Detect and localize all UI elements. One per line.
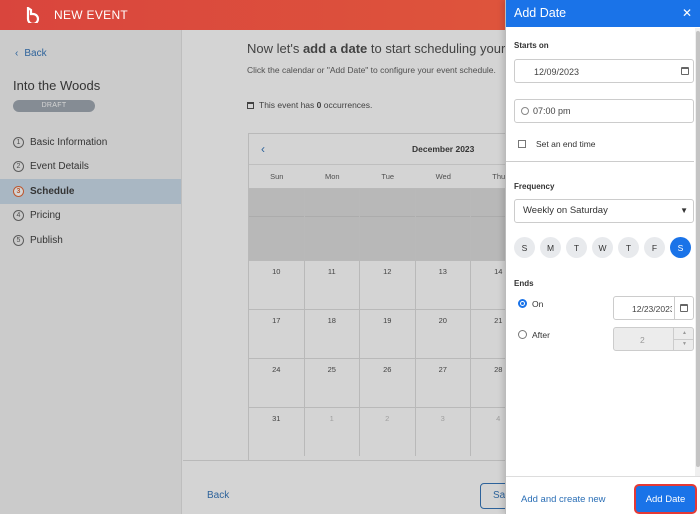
app-title: NEW EVENT	[54, 8, 129, 22]
add-date-drawer: Add Date ✕ Starts on 12/09/2023 07:00 pm…	[505, 0, 700, 514]
end-time-checkbox[interactable]	[518, 140, 526, 148]
brand-logo-icon	[26, 7, 40, 23]
start-date-input[interactable]: 12/09/2023	[514, 59, 694, 83]
add-and-create-new-button[interactable]: Add and create new	[521, 494, 606, 505]
start-date-value: 12/09/2023	[534, 67, 580, 77]
weekday-button-sun[interactable]: S	[514, 237, 535, 258]
add-date-button[interactable]: Add Date	[636, 486, 695, 512]
calendar-icon[interactable]	[680, 304, 688, 312]
modal-overlay[interactable]	[0, 30, 505, 514]
drawer-title: Add Date	[514, 6, 567, 20]
end-date-input[interactable]: 12/23/2023	[613, 296, 694, 320]
start-time-input[interactable]: 07:00 pm	[514, 99, 694, 123]
stepper-down-icon[interactable]: ▼	[682, 341, 687, 347]
weekday-button-sat[interactable]: S	[670, 237, 691, 258]
end-time-label[interactable]: Set an end time	[536, 139, 596, 149]
drawer-scrollbar[interactable]	[695, 28, 700, 476]
weekday-button-thu[interactable]: T	[618, 237, 639, 258]
drawer-header: Add Date ✕	[506, 0, 700, 27]
ends-on-label[interactable]: On	[532, 299, 543, 309]
weekday-picker: S M T W T F S	[514, 237, 691, 258]
frequency-value: Weekly on Saturday	[523, 205, 608, 216]
weekday-button-wed[interactable]: W	[592, 237, 613, 258]
start-time-value: 07:00 pm	[533, 106, 571, 116]
weekday-button-tue[interactable]: T	[566, 237, 587, 258]
stepper-up-icon[interactable]: ▲	[682, 330, 687, 336]
weekday-button-fri[interactable]: F	[644, 237, 665, 258]
end-date-value: 12/23/2023	[632, 304, 672, 314]
ends-on-radio[interactable]	[518, 299, 527, 308]
scrollbar-thumb[interactable]	[696, 31, 700, 467]
drawer-body: Starts on 12/09/2023 07:00 pm Set an end…	[506, 27, 694, 475]
clock-icon	[521, 107, 529, 115]
weekday-button-mon[interactable]: M	[540, 237, 561, 258]
starts-on-label: Starts on	[514, 41, 549, 50]
chevron-down-icon: ▼	[680, 206, 688, 215]
calendar-icon[interactable]	[681, 67, 689, 75]
occurrence-count-value: 2	[640, 335, 645, 345]
number-stepper[interactable]: ▲ ▼	[673, 328, 694, 350]
ends-label: Ends	[514, 279, 534, 288]
occurrence-count-input[interactable]: 2 ▲ ▼	[613, 327, 694, 351]
field-separator	[674, 297, 675, 319]
frequency-select[interactable]: Weekly on Saturday ▼	[514, 199, 694, 223]
drawer-footer: Add and create new Add Date	[506, 476, 700, 514]
divider	[506, 161, 694, 162]
ends-after-label[interactable]: After	[532, 330, 550, 340]
ends-after-radio[interactable]	[518, 330, 527, 339]
frequency-label: Frequency	[514, 182, 555, 191]
close-icon[interactable]: ✕	[682, 0, 692, 26]
